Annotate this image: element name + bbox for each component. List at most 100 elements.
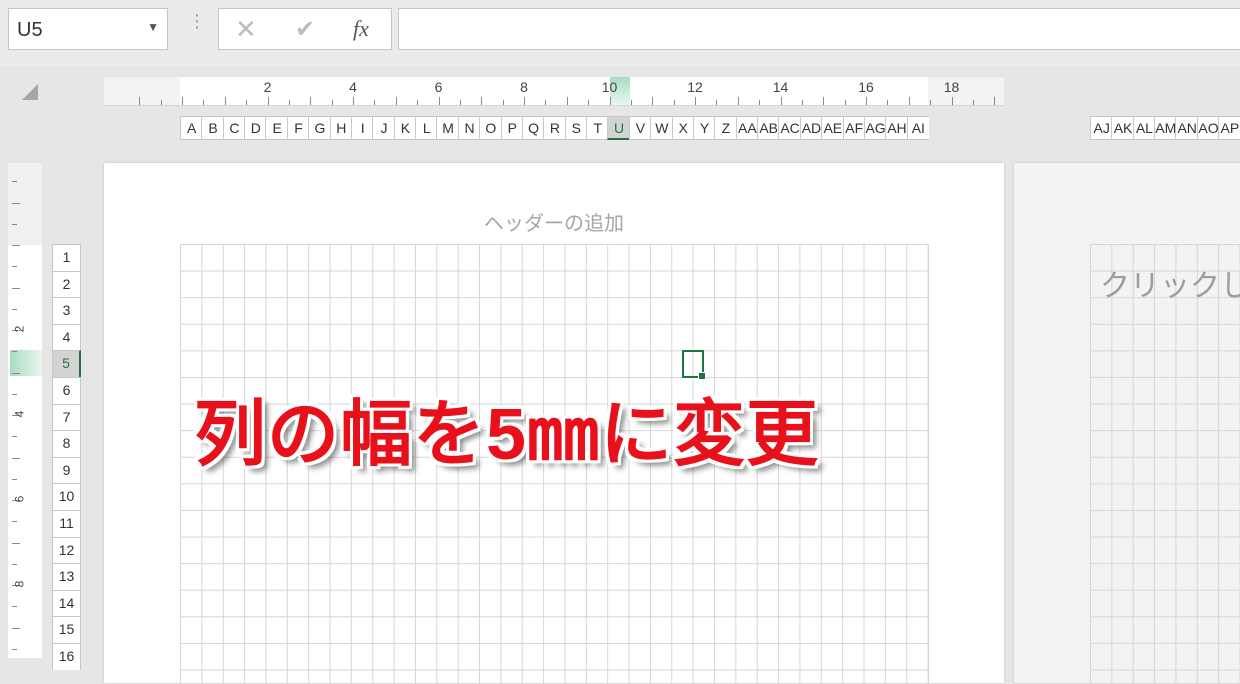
row-header[interactable]: 8 [52,430,81,457]
row-header[interactable]: 2 [52,270,81,298]
ruler-tick [930,100,932,105]
column-header[interactable]: M [436,116,459,140]
row-header[interactable]: 3 [52,297,81,324]
column-header[interactable]: E [265,116,288,140]
column-header[interactable]: Y [692,116,716,140]
ruler-number: 4 [349,79,357,95]
ruler-tick [12,223,17,225]
column-header[interactable]: Q [521,116,545,140]
enter-icon[interactable]: ✔ [295,15,315,44]
column-header[interactable]: X [671,116,694,140]
column-header[interactable]: AF [842,116,865,140]
ruler-tick [12,287,20,289]
column-header[interactable]: AJ [1090,116,1113,140]
overlay-caption: 列の幅を5㎜に変更 [194,395,820,475]
ruler-tick [524,97,525,105]
column-header[interactable]: S [564,116,588,140]
ruler-tick [844,100,846,105]
column-header[interactable]: H [329,116,352,140]
column-header[interactable]: K [393,116,417,140]
column-header[interactable]: AL [1132,116,1156,140]
column-header[interactable]: U [607,116,630,140]
column-header[interactable]: AM [1154,116,1177,140]
column-header[interactable]: G [308,116,331,140]
cancel-icon[interactable]: ✕ [235,14,257,45]
ruler-number: 2 [12,325,27,333]
ruler-margin-right [928,77,1004,105]
ruler-number: 14 [772,79,789,95]
chevron-down-icon[interactable]: ▼ [147,20,159,34]
column-header[interactable]: J [372,116,395,140]
ruler-number: 8 [520,79,528,95]
ruler-tick [994,97,996,105]
column-header[interactable]: AO [1196,116,1220,140]
ruler-tick [481,97,483,105]
ruler-tick [160,100,162,105]
row-header[interactable]: 10 [52,483,81,510]
ruler-tick [673,100,675,105]
row-header[interactable]: 13 [52,563,81,590]
ruler-tick [246,100,248,105]
active-cell[interactable] [682,350,706,380]
row-header[interactable]: 1 [52,244,81,271]
column-header[interactable]: Z [714,116,737,140]
column-header[interactable]: AG [863,116,887,140]
row-header[interactable]: 5 [52,350,81,377]
select-all-button[interactable] [22,84,38,100]
column-header[interactable]: A [180,116,203,140]
ruler-tick [203,100,205,105]
row-header[interactable]: 4 [52,323,81,351]
column-header[interactable]: AI [906,116,929,140]
ruler-number: 6 [12,495,27,503]
column-header[interactable]: AE [821,116,844,140]
add-data-placeholder[interactable]: クリックして [1100,261,1240,305]
column-header[interactable]: F [286,116,310,140]
ruler-number: 8 [12,580,27,588]
column-header[interactable]: B [201,116,224,140]
column-header[interactable]: AK [1111,116,1134,140]
name-box[interactable]: U5 ▼ [8,8,168,50]
ruler-tick [737,97,739,105]
row-header[interactable]: 7 [52,403,81,431]
row-header[interactable]: 9 [52,456,81,484]
column-header[interactable]: AC [778,116,801,140]
row-header[interactable]: 6 [52,377,81,404]
column-header[interactable]: N [457,116,481,140]
column-header[interactable]: R [543,116,566,140]
column-header[interactable]: V [628,116,652,140]
row-header[interactable]: 16 [52,643,81,670]
column-header[interactable]: W [650,116,673,140]
column-header[interactable]: AH [885,116,908,140]
formula-bar: U5 ▼ ⋮ ✕ ✔ fx [0,0,1240,66]
ruler-tick [887,100,889,105]
ruler-tick [12,457,20,459]
row-header[interactable]: 11 [52,510,81,537]
formula-input[interactable] [398,8,1240,50]
column-header[interactable]: L [415,116,438,140]
row-header[interactable]: 15 [52,616,81,643]
column-header[interactable]: D [244,116,267,140]
row-header[interactable]: 14 [52,589,81,617]
column-header[interactable]: I [350,116,374,140]
column-header[interactable]: AB [757,116,780,140]
ruler-tick [12,478,17,480]
column-header[interactable]: T [586,116,609,140]
column-header[interactable]: P [500,116,523,140]
ruler-tick [395,97,397,105]
row-header[interactable]: 12 [52,536,81,564]
column-header[interactable]: AP [1218,116,1240,140]
ruler-tick [12,245,20,246]
column-header[interactable]: AD [799,116,823,140]
column-header[interactable]: AA [735,116,759,140]
add-header-placeholder[interactable]: ヘッダーの追加 [104,207,1004,236]
ruler-tick [12,266,17,268]
ruler-tick [12,521,17,523]
column-header[interactable]: C [222,116,246,140]
ruler-tick [801,100,803,105]
cell-grid-page2[interactable] [1090,244,1240,684]
ruler-tick [12,563,17,565]
ruler-tick [652,97,654,105]
insert-function-icon[interactable]: fx [353,16,369,42]
column-header[interactable]: O [479,116,502,140]
column-header[interactable]: AN [1175,116,1198,140]
